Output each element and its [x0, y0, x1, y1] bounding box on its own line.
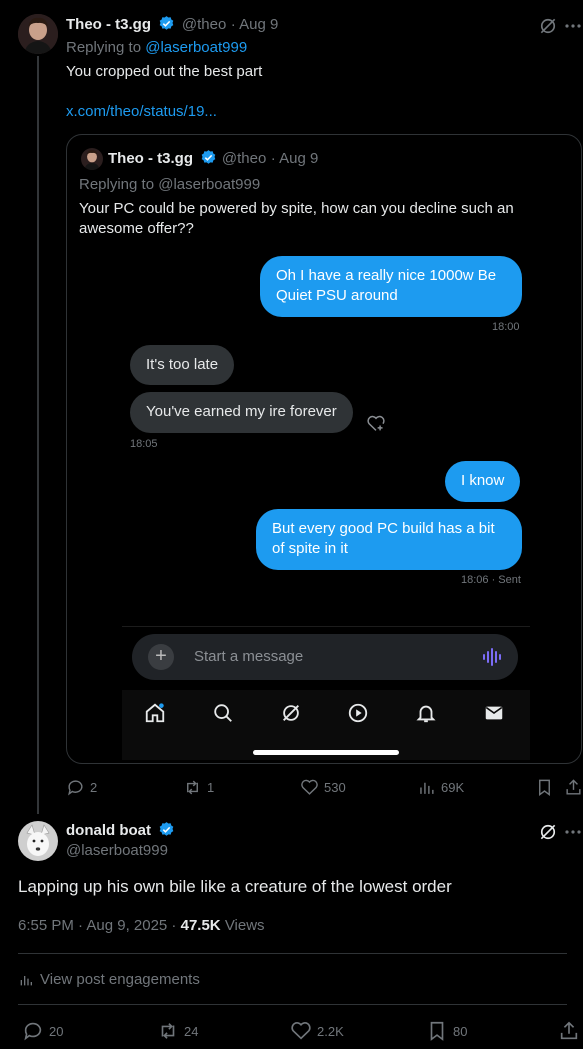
- like-count: 2.2K: [317, 1023, 344, 1039]
- message-line: Quiet PSU around: [276, 287, 398, 304]
- repost-button[interactable]: 24: [157, 1020, 198, 1042]
- repost-count: 24: [184, 1023, 199, 1039]
- quote-avatar-image: [81, 148, 103, 170]
- plus-icon: +: [148, 644, 174, 670]
- bookmark-icon[interactable]: [535, 778, 554, 797]
- mail-icon: [485, 706, 503, 720]
- avatar[interactable]: [18, 14, 58, 54]
- reply-count: 20: [49, 1023, 64, 1039]
- avatar[interactable]: [18, 821, 58, 861]
- thread-line: [37, 56, 39, 814]
- post-date[interactable]: · Aug 9: [231, 16, 279, 33]
- message-bubble-received: It's too late: [130, 345, 235, 385]
- avatar-image: [18, 14, 58, 54]
- repost-icon: [161, 1023, 175, 1039]
- message-bubble-sent: Oh I have a really nice 1000w Be Quiet P…: [260, 256, 522, 317]
- analytics-icon: [420, 782, 434, 794]
- quoted-post[interactable]: Theo - t3.gg @theo · Aug 9 Replying to @…: [66, 134, 582, 764]
- divider: [18, 1004, 567, 1005]
- home-indicator: [253, 750, 399, 755]
- share-icon[interactable]: [564, 778, 583, 797]
- like-count: 530: [324, 780, 346, 795]
- like-button[interactable]: 2.2K: [290, 1020, 344, 1042]
- message-composer: + Start a message: [132, 634, 518, 680]
- views-button[interactable]: 69K: [417, 778, 464, 797]
- main-header: donald boat: [66, 821, 175, 840]
- view-count: 69K: [441, 780, 465, 795]
- quote-date: · Aug 9: [270, 150, 319, 167]
- dm-screenshot: Oh I have a really nice 1000w Be Quiet P…: [122, 254, 530, 763]
- quote-text-line: Your PC could be powered by spite, how c…: [79, 200, 514, 217]
- replying-to-link[interactable]: @laserboat999: [145, 39, 247, 56]
- views-label: Views: [224, 917, 265, 934]
- composer-placeholder: Start a message: [194, 648, 304, 665]
- bookmark-count: 80: [453, 1023, 468, 1039]
- verified-badge-icon: [160, 822, 174, 836]
- view-engagements-link[interactable]: View post engagements: [18, 971, 200, 988]
- reply-count: 2: [90, 780, 98, 795]
- reply-icon: [24, 1022, 42, 1041]
- grok-icon[interactable]: [538, 16, 558, 36]
- message-bubble-sent: But every good PC build has a bit of spi…: [256, 509, 522, 570]
- reply-icon: [68, 780, 83, 796]
- message-bubble-sent: I know: [445, 461, 521, 502]
- author-name[interactable]: Theo - t3.gg: [66, 16, 151, 33]
- message-time: 18:06 · Sent: [461, 574, 521, 586]
- home-icon: [145, 703, 165, 723]
- views-count: 47.5K: [180, 917, 221, 934]
- post-text: Lapping up his own bile like a creature …: [18, 877, 452, 896]
- voice-icon: [483, 648, 501, 666]
- like-button[interactable]: 530: [300, 778, 346, 797]
- author-handle[interactable]: @theo: [182, 16, 226, 33]
- heart-icon: [301, 779, 318, 795]
- message-line: But every good PC build has a bit: [272, 520, 495, 537]
- bookmark-icon: [430, 1021, 444, 1041]
- view-engagements-label: View post engagements: [40, 971, 200, 988]
- quote-header: Theo - t3.gg @theo · Aug 9: [108, 149, 318, 168]
- reply-header: Theo - t3.gg @theo · Aug 9: [66, 15, 278, 34]
- analytics-icon: [20, 975, 32, 985]
- status-link[interactable]: x.com/theo/status/19...: [66, 102, 217, 122]
- verified-badge-icon: [160, 16, 174, 30]
- repost-icon: [187, 780, 198, 795]
- share-icon[interactable]: [558, 1020, 580, 1042]
- author-name[interactable]: donald boat: [66, 822, 151, 839]
- search-icon: [214, 704, 232, 722]
- bell-icon: [416, 705, 436, 723]
- divider: [18, 953, 567, 954]
- quote-avatar: [81, 148, 103, 170]
- quote-replying-to: Replying to @laserboat999: [79, 176, 261, 193]
- reply-text: You cropped out the best part: [66, 63, 263, 80]
- message-line: of spite in it: [272, 540, 348, 557]
- repost-count: 1: [207, 780, 215, 795]
- quote-verified-icon: [202, 150, 216, 164]
- message-bubble-received: You've earned my ire forever: [130, 392, 353, 433]
- quote-handle: @theo: [221, 150, 267, 167]
- replying-to-label: Replying to: [66, 39, 142, 56]
- grok-icon: [283, 705, 299, 721]
- author-handle[interactable]: @laserboat999: [66, 842, 168, 859]
- grok-icon[interactable]: [538, 822, 558, 842]
- video-icon: [348, 703, 368, 723]
- heart-icon: [291, 1022, 311, 1040]
- reply-button[interactable]: 20: [22, 1020, 63, 1042]
- more-icon[interactable]: [564, 822, 582, 842]
- post-meta: 6:55 PM · Aug 9, 2025 · 47.5K Views: [18, 917, 265, 934]
- quote-author-name: Theo - t3.gg: [108, 150, 193, 167]
- reply-button[interactable]: 2: [66, 778, 97, 797]
- bookmark-button[interactable]: 80: [426, 1020, 467, 1042]
- avatar-image: [18, 821, 58, 861]
- dm-divider: [122, 626, 530, 627]
- replying-to: Replying to @laserboat999: [66, 38, 247, 58]
- repost-button[interactable]: 1: [183, 778, 214, 797]
- message-line: Oh I have a really nice 1000w Be: [276, 267, 497, 284]
- more-icon[interactable]: [564, 16, 582, 36]
- message-time: 18:05: [130, 438, 158, 450]
- react-heart-icon: [367, 415, 385, 431]
- quote-text-line: awesome offer??: [79, 220, 194, 237]
- message-time: 18:00: [492, 321, 520, 333]
- quote-text: Your PC could be powered by spite, how c…: [79, 199, 569, 239]
- post-timestamp[interactable]: 6:55 PM · Aug 9, 2025 ·: [18, 917, 176, 934]
